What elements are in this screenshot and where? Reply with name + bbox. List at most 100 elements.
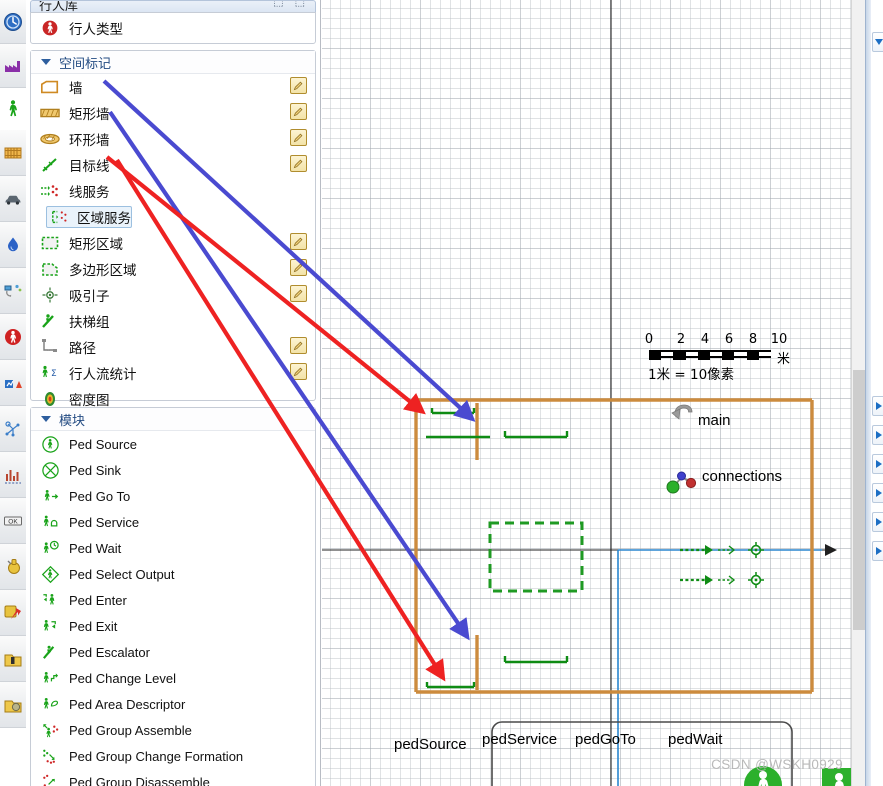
palette-item-ped-change-level[interactable]: Ped Change Level [31,665,315,691]
canvas-block-label-pedservice[interactable]: pedService [482,731,557,748]
scrollbar-thumb[interactable] [853,370,865,630]
ruler-tick: 2 [676,332,686,347]
palette-item-target-line[interactable]: 目标线 [31,152,315,178]
polygon-area-icon [40,259,60,279]
palette-item-pedestrian-type[interactable]: 行人类型 [31,13,315,43]
accessibility-red-icon [5,328,21,345]
area-service-icon [50,207,70,227]
palette-titlebar[interactable]: 行人库 ⬚ ⬚ [30,0,316,12]
ped-flow-stat-icon: Σ [40,363,60,383]
canvas-block-label-pedwait[interactable]: pedWait [668,731,722,748]
palette-item-ped-exit[interactable]: Ped Exit [31,613,315,639]
rect-area-icon [40,233,60,253]
toolbar-button-database[interactable] [0,636,26,682]
ped-change-level-icon [40,668,60,688]
edit-pencil-icon[interactable] [290,363,307,380]
palette-item-wall[interactable]: 墙 [31,74,315,100]
palette-item-rect-area[interactable]: 矩形区域 [31,230,315,256]
palette-item-ped-sink[interactable]: Ped Sink [31,457,315,483]
rect-wall-icon [40,103,60,123]
escalator-group-icon [40,311,60,331]
palette-item-ped-goto[interactable]: Ped Go To [31,483,315,509]
edit-pencil-icon[interactable] [290,77,307,94]
toolbar-button-ok[interactable]: OK [0,498,26,544]
palette-item-label: 环形墙 [69,133,110,149]
palette-item-ped-area-descriptor[interactable]: Ped Area Descriptor [31,691,315,717]
canvas-block-label-pedsource[interactable]: pedSource [394,736,467,753]
palette-item-line-service[interactable]: 线服务 [31,178,315,204]
right-panel-button-5[interactable] [872,512,883,532]
right-panel-button-0[interactable] [872,32,883,52]
palette-item-label: Ped Escalator [69,644,150,660]
palette-group-space-markup: 空间标记 墙 矩形墙 环形墙 目标线 线服务 区域服务 矩形区域 多边形区域 吸… [30,50,316,409]
ped-group-disassemble-icon [40,772,60,786]
toolbar-button-material-handling[interactable] [0,268,26,314]
palette-item-ped-escalator[interactable]: Ped Escalator [31,639,315,665]
palette-item-label: 墙 [69,81,83,97]
right-panel-button-2[interactable] [872,425,883,445]
palette-item-label: Ped Source [69,436,137,452]
right-panel-button-6[interactable] [872,541,883,561]
palette-item-area-service[interactable]: 区域服务 [31,204,315,230]
toolbar-button-pedestrian[interactable] [0,88,26,130]
edit-pencil-icon[interactable] [290,233,307,250]
palette-item-ped-source[interactable]: Ped Source [31,431,315,457]
right-panel-button-1[interactable] [872,396,883,416]
palette-item-ped-group-disassemble[interactable]: Ped Group Disassemble [31,769,315,786]
right-panel-button-4[interactable] [872,483,883,503]
toolbar-button-chart[interactable] [0,360,26,406]
palette-item-rect-wall[interactable]: 矩形墙 [31,100,315,126]
group-header-space-markup[interactable]: 空间标记 [31,51,315,74]
main-icon-glyph [671,404,693,420]
toolbar-button-connectivity[interactable] [0,590,26,636]
palette-item-ring-wall[interactable]: 环形墙 [31,126,315,152]
toolbar-button-factory[interactable] [0,44,26,88]
palette-item-density-map[interactable]: 密度图 [31,386,315,412]
pedestrian-green-icon [9,100,17,117]
palette-item-ped-flow-stat[interactable]: Σ 行人流统计 [31,360,315,386]
toolbar-button-rail[interactable] [0,130,26,176]
toolbar-button-statistics[interactable] [0,452,26,498]
edit-pencil-icon[interactable] [290,129,307,146]
palette-item-ped-group-change-formation[interactable]: Ped Group Change Formation [31,743,315,769]
palette-item-label: Ped Enter [69,592,127,608]
toolbar-button-car[interactable] [0,176,26,222]
palette-window-controls[interactable]: ⬚ ⬚ [273,1,309,8]
chevron-down-icon [874,39,883,45]
attractor-icon [40,285,60,305]
canvas-vertical-scrollbar[interactable] [851,0,865,786]
ruler-ticks: 0 2 4 6 8 10 [627,332,787,348]
ruler-unit: 米 [777,352,791,367]
palette-item-ped-group-assemble[interactable]: Ped Group Assemble [31,717,315,743]
palette-item-path[interactable]: 路径 [31,334,315,360]
palette-item-ped-select-output[interactable]: Ped Select Output [31,561,315,587]
palette-item-attractor[interactable]: 吸引子 [31,282,315,308]
palette-item-label: 区域服务 [77,211,131,227]
toolbar-button-clock-blue[interactable] [0,0,26,44]
edit-pencil-icon[interactable] [290,337,307,354]
palette-item-ped-wait[interactable]: Ped Wait [31,535,315,561]
right-panel-button-3[interactable] [872,454,883,474]
edit-pencil-icon[interactable] [290,285,307,302]
palette-item-ped-service[interactable]: Ped Service [31,509,315,535]
canvas-drawing [322,0,851,786]
path-icon [40,337,60,357]
canvas-label-connections[interactable]: connections [702,468,782,485]
palette-item-polygon-area[interactable]: 多边形区域 [31,256,315,282]
toolbar-button-presentation[interactable] [0,544,26,590]
edit-pencil-icon[interactable] [290,155,307,172]
palette-item-escalator-group[interactable]: 扶梯组 [31,308,315,334]
toolbar-button-network[interactable] [0,406,26,452]
palette-item-ped-enter[interactable]: Ped Enter [31,587,315,613]
canvas-content: 0 2 4 6 8 10 米 1米 = 10像素 main connection… [322,0,851,786]
model-canvas[interactable]: 0 2 4 6 8 10 米 1米 = 10像素 main connection… [322,0,851,786]
canvas-block-label-pedgoto[interactable]: pedGoTo [575,731,636,748]
edit-pencil-icon[interactable] [290,103,307,120]
ped-group-change-formation-icon [40,746,60,766]
ruler-tick: 4 [700,332,710,347]
toolbar-button-accessibility[interactable] [0,314,26,360]
edit-pencil-icon[interactable] [290,259,307,276]
toolbar-button-fluid[interactable] [0,222,26,268]
canvas-label-main[interactable]: main [698,412,731,429]
toolbar-button-archive[interactable] [0,682,26,728]
